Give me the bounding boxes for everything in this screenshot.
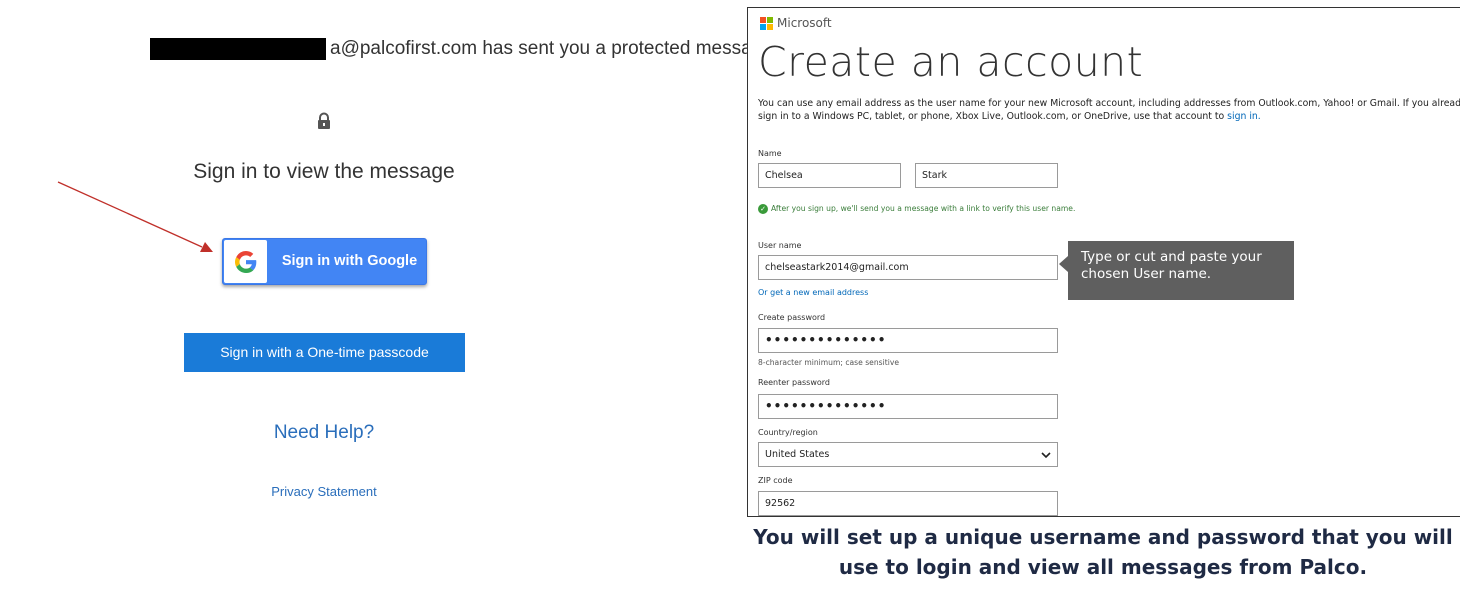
microsoft-logo-icon bbox=[760, 16, 773, 30]
zip-label: ZIP code bbox=[758, 476, 793, 485]
verify-note-text: After you sign up, we'll send you a mess… bbox=[771, 204, 1076, 213]
sign-in-with-google-button[interactable]: Sign in with Google bbox=[222, 238, 427, 285]
intro-text: You can use any email address as the use… bbox=[758, 97, 1460, 123]
new-email-link[interactable]: Or get a new email address bbox=[758, 288, 868, 297]
tooltip-tail bbox=[1059, 256, 1068, 272]
chevron-down-icon bbox=[1041, 452, 1051, 459]
signin-heading: Sign in to view the message bbox=[193, 160, 455, 183]
verify-note: ✓ After you sign up, we'll send you a me… bbox=[758, 204, 1078, 214]
microsoft-create-account-form: Microsoft Create an account You can use … bbox=[747, 7, 1460, 517]
name-label: Name bbox=[758, 149, 782, 158]
country-value: United States bbox=[765, 449, 830, 460]
page-title: Create an account bbox=[758, 38, 1144, 86]
tooltip-text: Type or cut and paste your chosen User n… bbox=[1081, 249, 1262, 282]
protected-message-panel: a@palcofirst.com has sent you a protecte… bbox=[0, 0, 773, 590]
check-icon: ✓ bbox=[758, 204, 768, 214]
redacted-sender-name bbox=[150, 38, 326, 60]
username-field[interactable]: chelseastark2014@gmail.com bbox=[758, 255, 1058, 280]
microsoft-logo: Microsoft bbox=[760, 16, 832, 30]
sign-in-link[interactable]: sign in. bbox=[1227, 111, 1261, 122]
username-tooltip: Type or cut and paste your chosen User n… bbox=[1059, 241, 1294, 300]
create-password-label: Create password bbox=[758, 313, 826, 322]
google-button-label: Sign in with Google bbox=[281, 253, 418, 269]
country-label: Country/region bbox=[758, 428, 818, 437]
first-name-field[interactable]: Chelsea bbox=[758, 163, 901, 188]
caption-text: You will set up a unique username and pa… bbox=[753, 525, 1453, 579]
zip-field[interactable]: 92562 bbox=[758, 491, 1058, 516]
username-label: User name bbox=[758, 241, 802, 250]
microsoft-brand-text: Microsoft bbox=[777, 16, 832, 30]
password-hint: 8-character minimum; case sensitive bbox=[758, 358, 899, 367]
sender-message: a@palcofirst.com has sent you a protecte… bbox=[330, 38, 773, 59]
lock-icon bbox=[318, 112, 330, 129]
privacy-statement-link[interactable]: Privacy Statement bbox=[0, 484, 648, 499]
intro-body: You can use any email address as the use… bbox=[758, 98, 1460, 122]
create-password-field[interactable]: •••••••••••••• bbox=[758, 328, 1058, 353]
google-logo-icon bbox=[224, 240, 267, 283]
last-name-field[interactable]: Stark bbox=[915, 163, 1058, 188]
one-time-passcode-button[interactable]: Sign in with a One-time passcode bbox=[184, 333, 465, 372]
reenter-password-field[interactable]: •••••••••••••• bbox=[758, 394, 1058, 419]
reenter-password-label: Reenter password bbox=[758, 378, 830, 387]
country-select[interactable]: United States bbox=[758, 442, 1058, 467]
need-help-link[interactable]: Need Help? bbox=[0, 422, 648, 444]
